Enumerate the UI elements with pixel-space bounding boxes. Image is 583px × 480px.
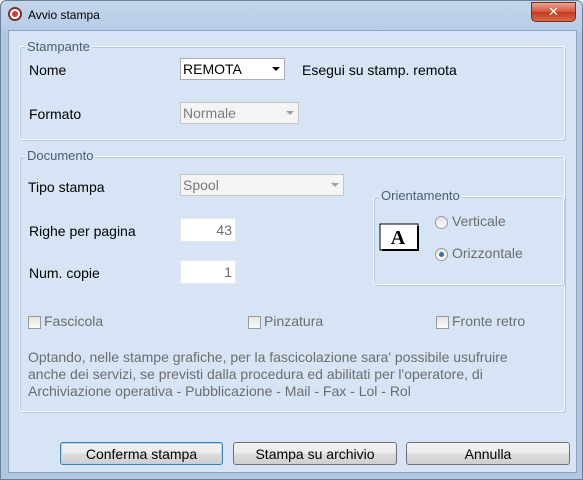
documento-legend: Documento: [25, 148, 96, 163]
verticale-radio[interactable]: [435, 216, 448, 229]
formato-select-value: Normale: [183, 105, 236, 121]
copie-label: Num. copie: [29, 265, 100, 281]
app-icon: [8, 7, 22, 21]
dialog-window: Avvio stampa ✕ Stampante Nome REMOTA Ese…: [0, 0, 583, 480]
orizzontale-label[interactable]: Orizzontale: [452, 245, 523, 261]
verticale-label[interactable]: Verticale: [452, 213, 506, 229]
fronte-retro-label[interactable]: Fronte retro: [452, 313, 525, 329]
fronte-retro-checkbox[interactable]: [436, 316, 449, 329]
fascicola-checkbox[interactable]: [28, 316, 41, 329]
righe-value: 43: [216, 222, 232, 238]
formato-label: Formato: [29, 106, 82, 122]
info-line: anche dei servizi, se previsti dalla pro…: [28, 366, 483, 382]
nome-select-value: REMOTA: [183, 61, 242, 77]
chevron-down-icon[interactable]: [267, 59, 284, 79]
copie-value: 1: [224, 264, 232, 280]
nome-select[interactable]: REMOTA: [180, 58, 285, 80]
nome-label: Nome: [29, 62, 67, 78]
tipo-stampa-select: Spool: [180, 174, 344, 196]
close-button[interactable]: ✕: [531, 2, 576, 22]
conferma-stampa-button[interactable]: Conferma stampa: [60, 442, 223, 465]
info-line: Archiviazione operativa - Pubblicazione …: [28, 383, 411, 399]
fascicola-label[interactable]: Fascicola: [44, 313, 103, 329]
tipo-stampa-label: Tipo stampa: [28, 179, 105, 195]
title-bar[interactable]: Avvio stampa ✕: [1, 1, 582, 29]
stampante-legend: Stampante: [25, 39, 92, 54]
fascicolazione-info: Optando, nelle stampe grafiche, per la f…: [28, 349, 548, 400]
pinzatura-checkbox[interactable]: [248, 316, 261, 329]
chevron-down-icon: [326, 175, 343, 195]
chevron-down-icon: [281, 103, 298, 123]
info-line: Optando, nelle stampe grafiche, per la f…: [28, 349, 508, 365]
window-title: Avvio stampa: [28, 8, 100, 22]
righe-label: Righe per pagina: [29, 223, 136, 239]
page-icon-letter: A: [391, 227, 406, 249]
orientamento-area: A Verticale Orizzontale: [373, 196, 562, 283]
formato-select: Normale: [180, 102, 299, 124]
righe-input[interactable]: 43: [180, 218, 236, 242]
page-landscape-A-icon: A: [379, 223, 419, 251]
copie-input[interactable]: 1: [180, 260, 236, 284]
stampa-su-archivio-button[interactable]: Stampa su archivio: [233, 442, 397, 465]
tipo-stampa-value: Spool: [183, 177, 219, 193]
dialog-body: Stampante Nome REMOTA Esegui su stamp. r…: [8, 30, 577, 473]
pinzatura-label[interactable]: Pinzatura: [264, 313, 323, 329]
orizzontale-radio[interactable]: [435, 248, 448, 261]
group-stampante: [19, 46, 565, 140]
annulla-button[interactable]: Annulla: [406, 442, 570, 465]
remote-note: Esegui su stamp. remota: [302, 62, 457, 78]
